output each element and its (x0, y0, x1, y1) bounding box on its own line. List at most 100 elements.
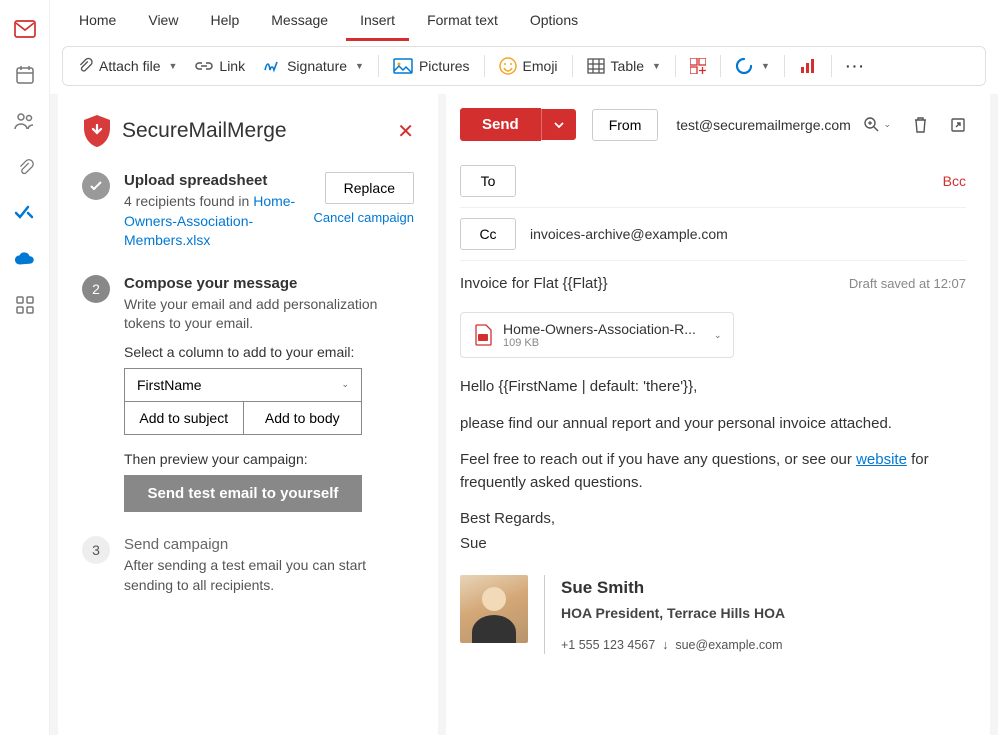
onedrive-icon[interactable] (14, 248, 36, 270)
avatar (460, 575, 528, 643)
step-3-title: Send campaign (124, 536, 414, 553)
attachment-size: 109 KB (503, 337, 696, 349)
pictures-icon (393, 58, 413, 74)
attachment-name: Home-Owners-Association-R... (503, 321, 696, 337)
main-area: Home View Help Message Insert Format tex… (50, 0, 998, 735)
tab-view[interactable]: View (134, 2, 192, 40)
chevron-down-icon (554, 122, 564, 129)
tab-help[interactable]: Help (196, 2, 253, 40)
tab-message[interactable]: Message (257, 2, 342, 40)
column-select[interactable]: FirstName ⌄ (124, 368, 362, 402)
pdf-icon (473, 324, 493, 346)
attachment-icon[interactable] (14, 156, 36, 178)
emoji-icon (499, 57, 517, 75)
signature-icon (263, 58, 281, 74)
body-regards: Best Regards, (460, 508, 966, 531)
step-2-badge: 2 (82, 275, 110, 303)
body-p2: Feel free to reach out if you have any q… (460, 449, 966, 494)
preview-campaign-label: Then preview your campaign: (124, 451, 414, 467)
shield-icon (82, 114, 112, 148)
loop-button[interactable]: ▼ (727, 53, 778, 79)
step-2-desc: Write your email and add personalization… (124, 295, 414, 334)
website-link[interactable]: website (856, 451, 907, 468)
popout-icon[interactable] (950, 116, 966, 133)
attachment-chip[interactable]: Home-Owners-Association-R... 109 KB ⌄ (460, 312, 734, 358)
signature-block: Sue Smith HOA President, Terrace Hills H… (460, 575, 966, 654)
poll-icon (799, 57, 817, 75)
step-3-badge: 3 (82, 536, 110, 564)
chevron-down-icon[interactable]: ⌄ (714, 330, 722, 341)
apps-button[interactable] (682, 54, 714, 78)
tab-format-text[interactable]: Format text (413, 2, 512, 40)
from-email: test@securemailmerge.com (668, 117, 854, 133)
cc-field[interactable]: invoices-archive@example.com (530, 226, 966, 242)
cancel-campaign-link[interactable]: Cancel campaign (314, 210, 414, 225)
table-icon (587, 58, 605, 74)
column-select-value: FirstName (137, 377, 202, 393)
chevron-down-icon: ▼ (355, 61, 364, 71)
body-p1: please find our annual report and your p… (460, 413, 966, 436)
emoji-label: Emoji (523, 58, 558, 74)
from-button[interactable]: From (592, 109, 659, 141)
poll-button[interactable] (791, 53, 825, 79)
step-3-desc: After sending a test email you can start… (124, 556, 414, 595)
step-1-desc: 4 recipients found in (124, 193, 249, 209)
table-label: Table (611, 58, 644, 74)
loop-icon (735, 57, 753, 75)
body-sender-name: Sue (460, 533, 966, 556)
more-button[interactable]: ··· (838, 54, 874, 78)
table-button[interactable]: Table ▼ (579, 54, 669, 78)
menu-tabs: Home View Help Message Insert Format tex… (50, 0, 998, 42)
trash-icon[interactable] (913, 116, 928, 133)
addin-title-text: SecureMailMerge (122, 119, 287, 143)
cc-button[interactable]: Cc (460, 218, 516, 250)
body-greeting: Hello {{FirstName | default: 'there'}}, (460, 376, 966, 399)
tab-insert[interactable]: Insert (346, 2, 409, 41)
link-icon (195, 60, 213, 72)
step-2: 2 Compose your message Write your email … (82, 275, 414, 512)
chevron-down-icon: ⌄ (341, 379, 349, 390)
tab-options[interactable]: Options (516, 2, 592, 40)
chevron-down-icon: ▼ (761, 61, 770, 71)
todo-icon[interactable] (14, 202, 36, 224)
calendar-icon[interactable] (14, 64, 36, 86)
link-button[interactable]: Link (187, 54, 253, 78)
step-3: 3 Send campaign After sending a test ema… (82, 536, 414, 595)
step-1: Upload spreadsheet 4 recipients found in… (82, 172, 414, 251)
subject-field[interactable]: Invoice for Flat {{Flat}} (460, 275, 608, 292)
mail-icon[interactable] (14, 18, 36, 40)
tab-home[interactable]: Home (65, 2, 130, 40)
to-button[interactable]: To (460, 165, 516, 197)
signature-label: Signature (287, 58, 347, 74)
send-dropdown[interactable] (541, 109, 576, 140)
chevron-down-icon: ▼ (168, 61, 177, 71)
attach-file-button[interactable]: Attach file ▼ (69, 53, 185, 79)
draft-status: Draft saved at 12:07 (849, 276, 966, 291)
signature-role: HOA President, Terrace Hills HOA (561, 603, 785, 624)
email-body[interactable]: Hello {{FirstName | default: 'there'}}, … (460, 376, 966, 654)
step-1-badge-check-icon (82, 172, 110, 200)
attach-file-label: Attach file (99, 58, 160, 74)
ellipsis-icon: ··· (846, 58, 866, 74)
send-button[interactable]: Send (460, 108, 541, 141)
add-to-subject-button[interactable]: Add to subject (124, 401, 243, 435)
select-column-label: Select a column to add to your email: (124, 344, 414, 360)
addin-title: SecureMailMerge (82, 114, 287, 148)
close-icon[interactable]: ✕ (397, 119, 414, 144)
add-to-body-button[interactable]: Add to body (243, 401, 363, 435)
bcc-link[interactable]: Bcc (943, 173, 966, 189)
signature-contact: +1 555 123 4567 ↓ sue@example.com (561, 636, 785, 655)
pictures-button[interactable]: Pictures (385, 54, 478, 78)
compose-panel: Send From test@securemailmerge.com ⌄ (446, 94, 990, 735)
apps-icon[interactable] (14, 294, 36, 316)
send-test-button[interactable]: Send test email to yourself (124, 475, 362, 512)
emoji-button[interactable]: Emoji (491, 53, 566, 79)
signature-button[interactable]: Signature ▼ (255, 54, 372, 78)
addin-panel: SecureMailMerge ✕ Upload spreadsheet 4 r… (58, 94, 438, 735)
step-1-title: Upload spreadsheet (124, 172, 300, 189)
zoom-icon[interactable]: ⌄ (864, 116, 891, 133)
step-2-title: Compose your message (124, 275, 414, 292)
ribbon-toolbar: Attach file ▼ Link Signature ▼ Pictures … (62, 46, 986, 86)
people-icon[interactable] (14, 110, 36, 132)
replace-button[interactable]: Replace (325, 172, 414, 204)
